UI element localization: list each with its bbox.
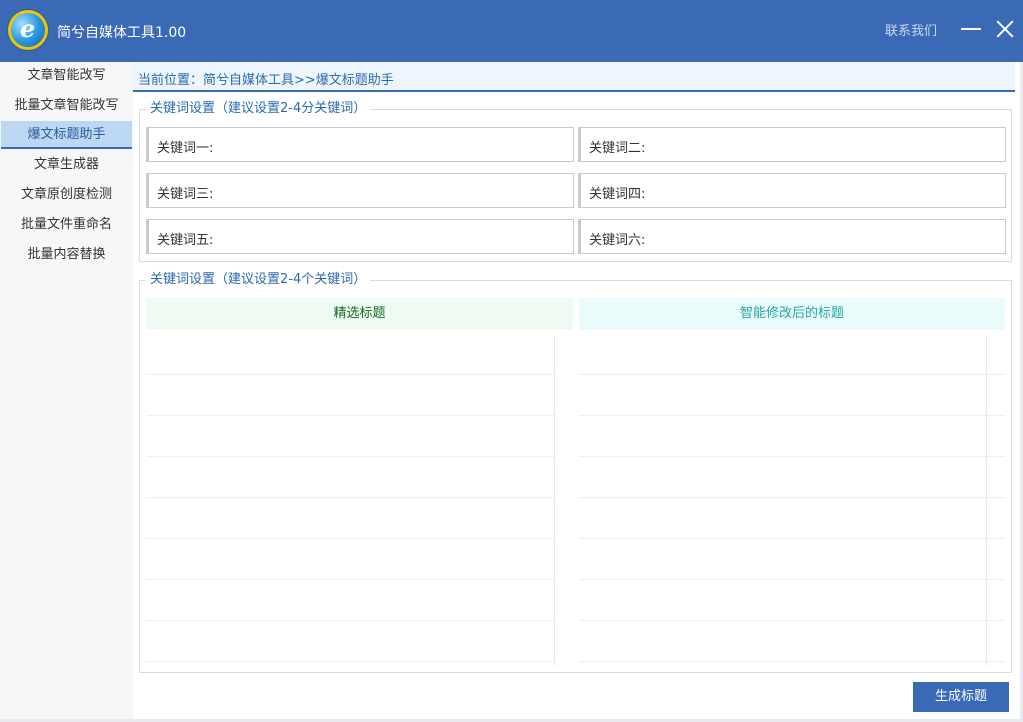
keyword-field-label: 关键词六: [589,233,646,248]
keyword-field-label: 关键词五: [157,233,214,248]
sidebar: 文章智能改写 批量文章智能改写 爆文标题助手 文章生成器 文章原创度检测 批量文… [0,62,133,722]
list-row-divider [146,538,555,539]
app-title: 简兮自媒体工具1.00 [57,25,187,41]
list-scroll-edge [554,336,555,666]
keyword-field-4[interactable]: 关键词四: [578,173,1006,208]
sidebar-item-batch-replace[interactable]: 批量内容替换 [0,241,133,269]
list-row-divider [579,374,1005,375]
keyword-field-label: 关键词三: [157,187,214,202]
sidebar-item-article-generator[interactable]: 文章生成器 [0,151,133,179]
title-bar: 简兮自媒体工具1.00 联系我们 [0,0,1023,62]
list-row-divider [146,661,555,662]
keyword-field-3[interactable]: 关键词三: [146,173,574,208]
list-row-divider [579,415,1005,416]
list-row-divider [579,456,1005,457]
keyword-field-2[interactable]: 关键词二: [578,127,1006,162]
close-icon[interactable] [990,14,1020,44]
keyword-field-label: 关键词四: [589,187,646,202]
sidebar-item-originality-check[interactable]: 文章原创度检测 [0,181,133,209]
contact-us-link[interactable]: 联系我们 [885,20,937,39]
results-group: 关键词设置（建议设置2-4个关键词） [139,272,1012,673]
list-row-divider [146,497,555,498]
sidebar-item-batch-rename[interactable]: 批量文件重命名 [0,211,133,239]
list-row-divider [579,538,1005,539]
keyword-field-label: 关键词一: [157,141,214,156]
list-row-divider [579,661,1005,662]
list-row-divider [146,620,555,621]
keyword-field-label: 关键词二: [589,141,646,156]
list-row-divider [146,415,555,416]
sidebar-item-title-assistant[interactable]: 爆文标题助手 [1,121,132,149]
keyword-field-6[interactable]: 关键词六: [578,219,1006,254]
modified-titles-header: 智能修改后的标题 [579,298,1005,330]
results-legend: 关键词设置（建议设置2-4个关键词） [146,272,371,288]
list-row-divider [579,579,1005,580]
sidebar-item-article-rewrite[interactable]: 文章智能改写 [0,62,133,90]
app-logo-icon [8,10,48,50]
list-row-divider [146,374,555,375]
selected-titles-header: 精选标题 [146,298,573,330]
keyword-field-1[interactable]: 关键词一: [146,127,574,162]
generate-title-button[interactable]: 生成标题 [913,682,1009,712]
list-row-divider [579,620,1005,621]
breadcrumb: 当前位置：简兮自媒体工具>>爆文标题助手 [133,62,1015,92]
list-row-divider [146,579,555,580]
list-row-divider [146,456,555,457]
list-row-divider [579,497,1005,498]
breadcrumb-text: 当前位置：简兮自媒体工具>>爆文标题助手 [138,73,394,88]
list-scroll-edge [986,336,987,666]
keyword-field-5[interactable]: 关键词五: [146,219,574,254]
sidebar-item-batch-article-rewrite[interactable]: 批量文章智能改写 [0,92,133,120]
minimize-icon[interactable] [956,14,986,44]
keyword-settings-legend: 关键词设置（建议设置2-4分关键词） [146,101,371,117]
